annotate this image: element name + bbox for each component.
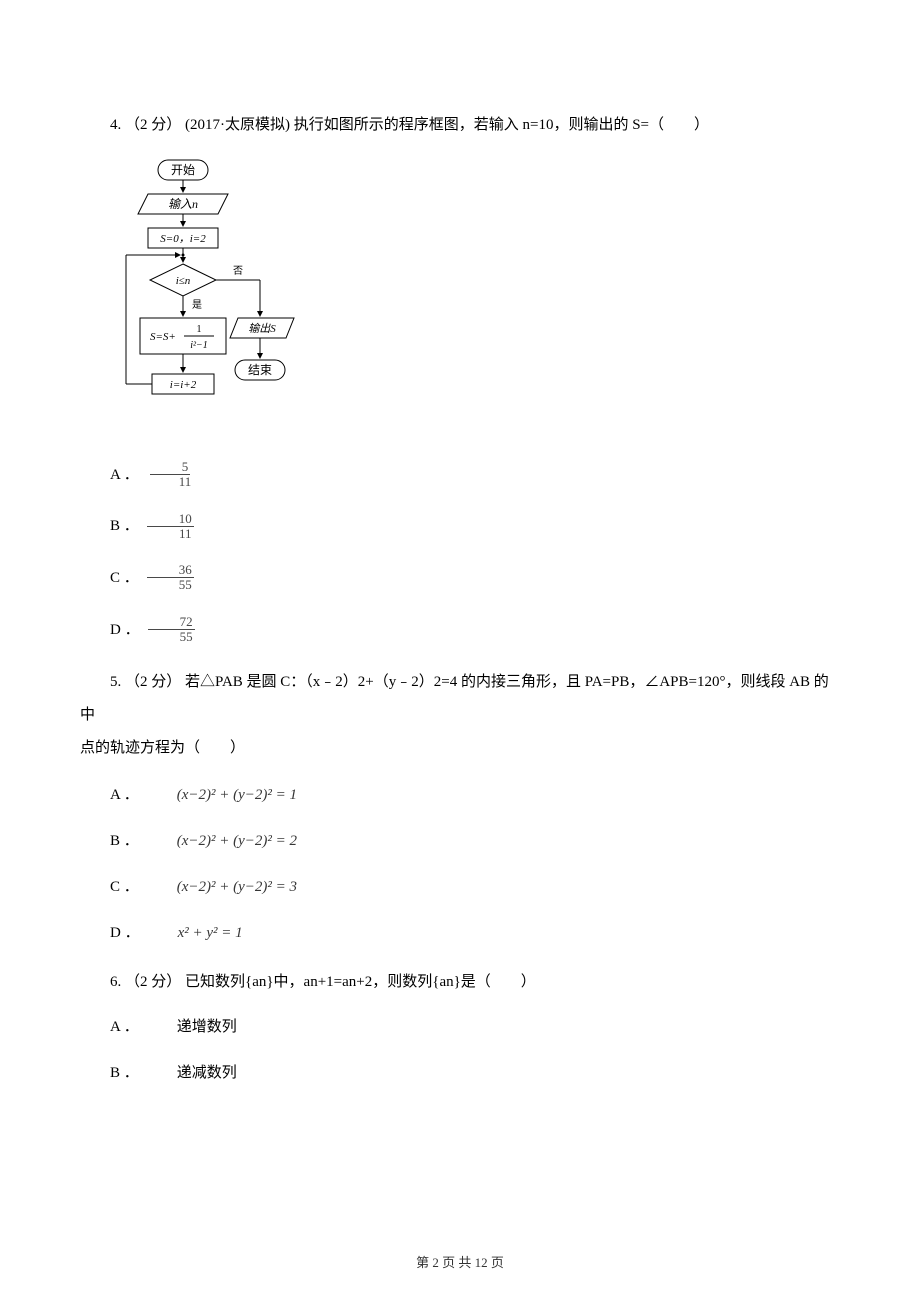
fc-calc-den: i²−1 [190, 340, 208, 351]
question-4: 4. （2 分） (2017·太原模拟) 执行如图所示的程序框图，若输入 n=1… [80, 110, 840, 644]
fc-input: 输入n [168, 197, 198, 211]
flowchart-diagram: 开始 输入n S=0，i=2 i≤n 否 是 S=S+ [110, 158, 840, 436]
q5-stem: 5. （2 分） 若△PAB 是圆 C：（x﹣2）2+（y﹣2）2=4 的内接三… [80, 666, 840, 765]
option-label: D ． [80, 618, 140, 642]
option-label: A ． [80, 783, 139, 807]
option-label: C ． [80, 875, 139, 899]
q5-option-c: C ． (x−2)² + (y−2)² = 3 [80, 875, 840, 899]
fc-start: 开始 [171, 163, 195, 177]
q4-option-b: B ． 10 11 [80, 512, 840, 542]
fraction-5-11: 5 11 [147, 460, 194, 490]
fc-calc-prefix: S=S+ [150, 331, 176, 343]
option-label: A ． [80, 1015, 139, 1039]
q4-option-c: C ． 36 55 [80, 563, 840, 593]
question-6: 6. （2 分） 已知数列{an}中，an+1=an+2，则数列{an}是（ ）… [80, 967, 840, 1085]
option-label: B ． [80, 829, 139, 853]
q4-option-d: D ． 72 55 [80, 615, 840, 645]
option-text: 递减数列 [147, 1061, 237, 1085]
option-label: D ． [80, 921, 140, 945]
equation: x² + y² = 1 [148, 921, 243, 945]
fc-no: 否 [233, 265, 243, 277]
option-label: B ． [80, 514, 139, 538]
equation: (x−2)² + (y−2)² = 2 [147, 829, 297, 853]
q4-option-a: A ． 5 11 [80, 460, 840, 490]
fc-inc: i=i+2 [170, 379, 197, 391]
q6-stem: 6. （2 分） 已知数列{an}中，an+1=an+2，则数列{an}是（ ） [80, 967, 840, 997]
equation: (x−2)² + (y−2)² = 3 [147, 875, 297, 899]
option-label: B ． [80, 1061, 139, 1085]
q6-option-a: A ． 递增数列 [80, 1015, 840, 1039]
question-5: 5. （2 分） 若△PAB 是圆 C：（x﹣2）2+（y﹣2）2=4 的内接三… [80, 666, 840, 945]
option-text: 递增数列 [147, 1015, 237, 1039]
q6-option-b: B ． 递减数列 [80, 1061, 840, 1085]
option-label: A ． [80, 463, 139, 487]
equation: (x−2)² + (y−2)² = 1 [147, 783, 297, 807]
q5-option-d: D ． x² + y² = 1 [80, 921, 840, 945]
option-label: C ． [80, 566, 139, 590]
fraction-72-55: 72 55 [148, 615, 195, 645]
fraction-36-55: 36 55 [147, 563, 194, 593]
q5-option-b: B ． (x−2)² + (y−2)² = 2 [80, 829, 840, 853]
fc-end: 结束 [248, 363, 272, 377]
q4-stem: 4. （2 分） (2017·太原模拟) 执行如图所示的程序框图，若输入 n=1… [80, 110, 840, 140]
q5-option-a: A ． (x−2)² + (y−2)² = 1 [80, 783, 840, 807]
page-footer: 第 2 页 共 12 页 [0, 1253, 920, 1274]
fc-calc-num: 1 [197, 324, 202, 335]
fraction-10-11: 10 11 [147, 512, 194, 542]
fc-output: 输出S [248, 322, 276, 335]
fc-yes: 是 [192, 299, 202, 311]
fc-init: S=0，i=2 [160, 233, 206, 245]
fc-cond: i≤n [176, 275, 191, 287]
